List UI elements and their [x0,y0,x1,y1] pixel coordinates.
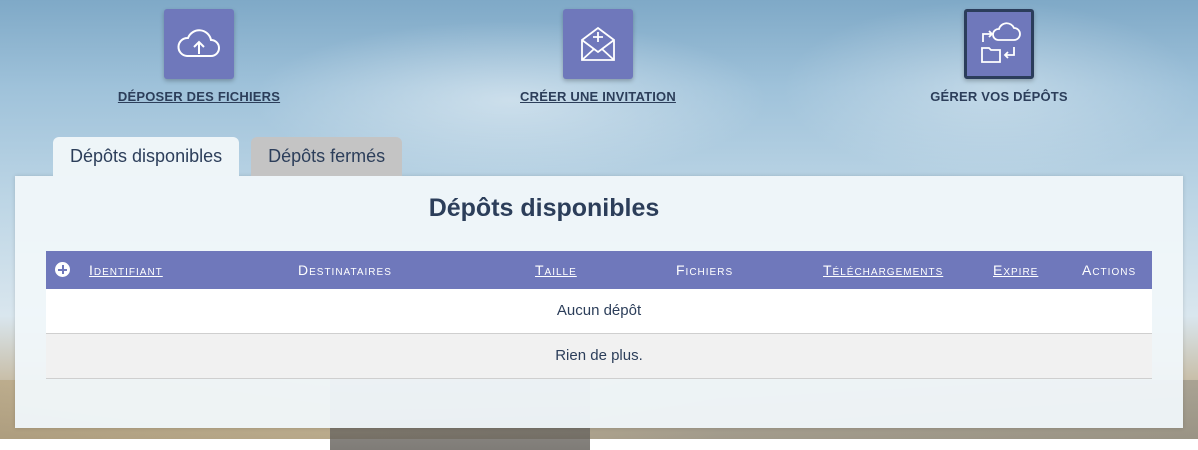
column-files: Fichiers [676,262,734,278]
cloud-upload-icon [177,29,220,57]
tab-closed-transfers[interactable]: Dépôts fermés [251,137,403,176]
manage-tile[interactable] [964,9,1034,79]
table-header: Identifiant Destinataires Taille Fichier… [46,251,1152,289]
invite-action[interactable]: CRÉER UNE INVITATION [468,9,728,104]
column-downloads[interactable]: Téléchargements [823,251,943,289]
column-recipients: Destinataires [298,262,392,278]
column-actions: Actions [1082,262,1137,278]
transfers-table: Identifiant Destinataires Taille Fichier… [46,251,1152,379]
column-expires[interactable]: Expire [993,251,1038,289]
transfer-tabs: Dépôts disponibles Dépôts fermés [53,137,403,176]
expand-all-icon[interactable] [55,262,70,277]
upload-action[interactable]: DÉPOSER DES FICHIERS [69,9,329,104]
manage-action[interactable]: GÉRER VOS DÉPÔTS [869,9,1129,104]
invite-tile[interactable] [563,9,633,79]
column-size[interactable]: Taille [535,251,577,289]
tab-available-transfers[interactable]: Dépôts disponibles [53,137,240,176]
column-identifier[interactable]: Identifiant [89,251,163,289]
manage-transfers-label: GÉRER VOS DÉPÔTS [930,89,1068,104]
upload-tile[interactable] [164,9,234,79]
panel-title: Dépôts disponibles [428,194,660,222]
envelope-plus-icon [581,26,615,61]
create-invitation-link[interactable]: CRÉER UNE INVITATION [468,89,728,104]
transfers-panel: Dépôts disponibles Identifiant Destinata… [15,176,1183,428]
table-row: Rien de plus. [46,334,1152,379]
table-row: Aucun dépôt [46,289,1152,334]
upload-files-link[interactable]: DÉPOSER DES FICHIERS [69,89,329,104]
transfer-manage-icon [981,22,1021,63]
